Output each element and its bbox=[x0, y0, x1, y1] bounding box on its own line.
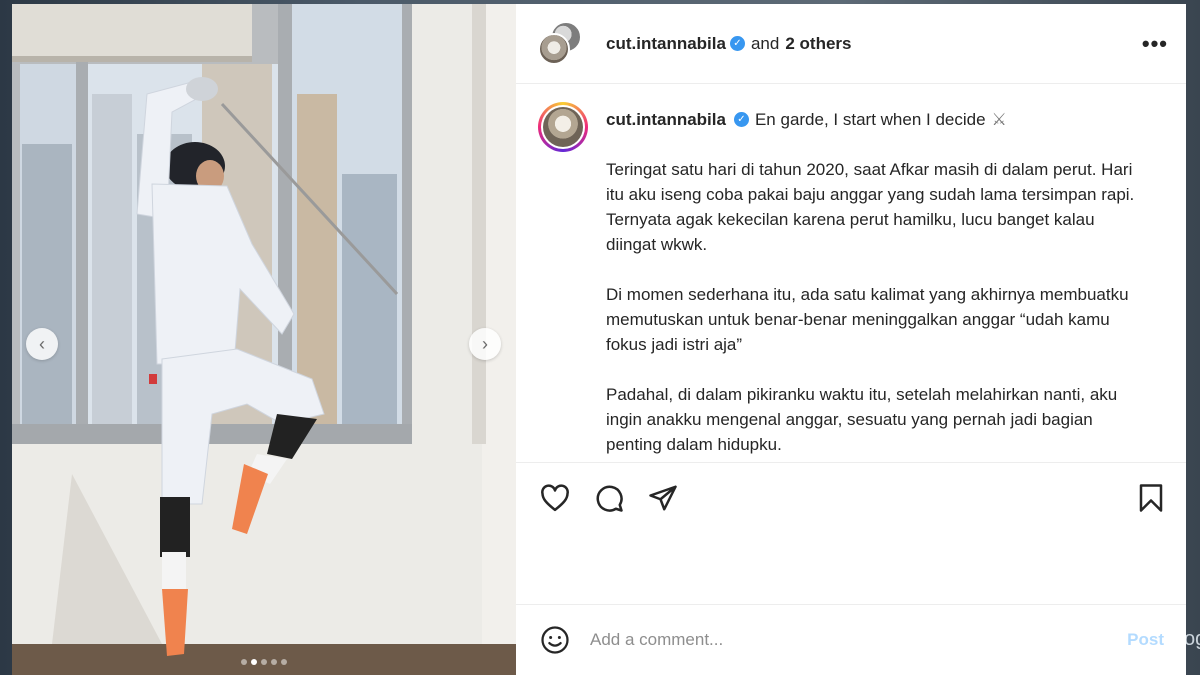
collab-avatars[interactable] bbox=[538, 20, 584, 67]
author-username-link[interactable]: cut.intannabila bbox=[606, 34, 726, 54]
post-sidebar: cut.intannabila ✓ and 2 others ••• cut.i… bbox=[516, 4, 1186, 675]
backdrop-edge-text: og bbox=[1184, 628, 1200, 650]
avatar bbox=[538, 32, 570, 65]
share-icon bbox=[649, 485, 677, 511]
verified-badge-icon: ✓ bbox=[729, 36, 745, 51]
story-ring-avatar[interactable] bbox=[538, 102, 588, 152]
post-authors: cut.intannabila ✓ and 2 others bbox=[606, 34, 851, 54]
save-button[interactable] bbox=[1134, 481, 1168, 515]
next-slide-button[interactable]: › bbox=[469, 328, 501, 360]
action-bar bbox=[516, 463, 1186, 533]
crossed-swords-icon: ⚔ bbox=[991, 110, 1007, 129]
post-photo bbox=[12, 4, 516, 675]
caption-text: cut.intannabila ✓ En garde, I start when… bbox=[606, 102, 1146, 457]
caption-paragraph: Teringat satu hari di tahun 2020, saat A… bbox=[606, 160, 1135, 254]
post-modal: ‹ › cut.intannabila ✓ and 2 others ••• c… bbox=[12, 4, 1186, 675]
comment-button[interactable] bbox=[592, 481, 626, 515]
caption-row: cut.intannabila ✓ En garde, I start when… bbox=[538, 102, 1164, 457]
caption-headline: En garde, I start when I decide bbox=[754, 110, 986, 129]
smiley-icon bbox=[541, 626, 569, 654]
others-link[interactable]: 2 others bbox=[785, 34, 851, 54]
likes-area bbox=[516, 533, 1186, 605]
verified-badge-icon: ✓ bbox=[733, 112, 749, 127]
more-options-button[interactable]: ••• bbox=[1142, 31, 1168, 57]
caption-paragraph: Padahal, di dalam pikiranku waktu itu, s… bbox=[606, 385, 1118, 454]
share-button[interactable] bbox=[646, 481, 680, 515]
post-media[interactable]: ‹ › bbox=[12, 4, 516, 675]
slide-dot bbox=[261, 659, 267, 665]
caption-first-line: cut.intannabila ✓ En garde, I start when… bbox=[606, 107, 1146, 132]
avatar bbox=[543, 107, 583, 147]
slide-dot-active bbox=[251, 659, 257, 665]
post-comment-button[interactable]: Post bbox=[1127, 630, 1164, 650]
slide-dot bbox=[271, 659, 277, 665]
slide-dot bbox=[241, 659, 247, 665]
caption-username-link[interactable]: cut.intannabila bbox=[606, 107, 726, 132]
emoji-picker-button[interactable] bbox=[538, 623, 572, 657]
heart-icon bbox=[541, 484, 569, 512]
bookmark-icon bbox=[1139, 484, 1163, 512]
comment-composer: Post bbox=[516, 605, 1186, 675]
comment-icon bbox=[596, 485, 623, 512]
comment-input[interactable] bbox=[590, 630, 1128, 650]
like-button[interactable] bbox=[538, 481, 572, 515]
slide-indicator bbox=[12, 659, 516, 665]
caption-area: cut.intannabila ✓ En garde, I start when… bbox=[516, 84, 1186, 463]
post-header: cut.intannabila ✓ and 2 others ••• bbox=[516, 4, 1186, 84]
previous-slide-button[interactable]: ‹ bbox=[26, 328, 58, 360]
and-text: and bbox=[750, 33, 780, 53]
slide-dot bbox=[281, 659, 287, 665]
caption-paragraph: Di momen sederhana itu, ada satu kalimat… bbox=[606, 285, 1129, 354]
